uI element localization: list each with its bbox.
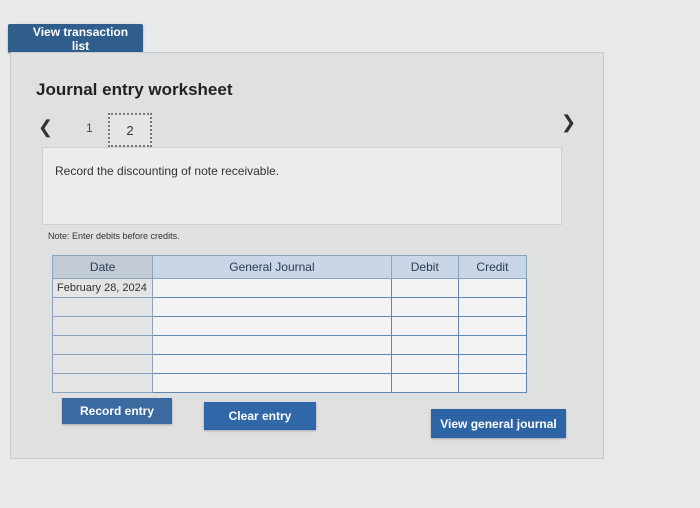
debit-input[interactable] [390,373,459,393]
column-header-general-journal: General Journal [152,255,392,279]
date-cell [51,297,154,317]
instruction-box: Record the discounting of note receivabl… [42,147,562,225]
credit-input[interactable] [457,373,528,393]
journal-entry-table: Date General Journal Debit Credit Februa… [51,255,528,393]
table-row [51,335,528,355]
credit-input[interactable] [457,354,528,374]
table-row [51,316,528,336]
debit-input[interactable] [390,335,459,355]
debit-input[interactable] [390,297,459,317]
date-cell [51,316,154,336]
table-header-row: Date General Journal Debit Credit [51,255,528,279]
clear-entry-button[interactable]: Clear entry [204,402,316,430]
date-cell [51,335,154,355]
general-journal-input[interactable] [152,335,392,355]
general-journal-input[interactable] [152,316,392,336]
chevron-left-icon[interactable]: ❮ [38,117,53,138]
general-journal-input[interactable] [152,354,392,374]
view-general-journal-button[interactable]: View general journal [431,409,566,438]
credit-input[interactable] [457,316,528,336]
view-transaction-list-button[interactable]: View transaction list [8,24,143,53]
record-entry-button[interactable]: Record entry [62,398,172,424]
general-journal-input[interactable] [152,297,392,317]
table-row [51,354,528,374]
instruction-text: Record the discounting of note receivabl… [55,164,280,178]
credit-input[interactable] [457,335,528,355]
step-1-tab[interactable]: 1 [86,121,93,135]
chevron-right-icon[interactable]: ❯ [561,112,576,133]
debit-input[interactable] [390,316,459,336]
table-row [51,297,528,317]
column-header-date: Date [51,255,154,279]
debit-input[interactable] [390,354,459,374]
debit-input[interactable] [390,278,459,298]
table-row: February 28, 2024 [51,278,528,298]
worksheet-title: Journal entry worksheet [36,80,233,99]
date-cell: February 28, 2024 [51,278,154,298]
credit-input[interactable] [457,278,528,298]
credit-input[interactable] [457,297,528,317]
general-journal-input[interactable] [152,373,392,393]
step-2-tab[interactable]: 2 [108,113,152,147]
column-header-credit: Credit [457,255,528,279]
general-journal-input[interactable] [152,278,392,298]
date-cell [51,354,154,374]
date-cell [51,373,154,393]
table-row [51,373,528,393]
note-text: Note: Enter debits before credits. [48,231,180,241]
column-header-debit: Debit [390,255,459,279]
